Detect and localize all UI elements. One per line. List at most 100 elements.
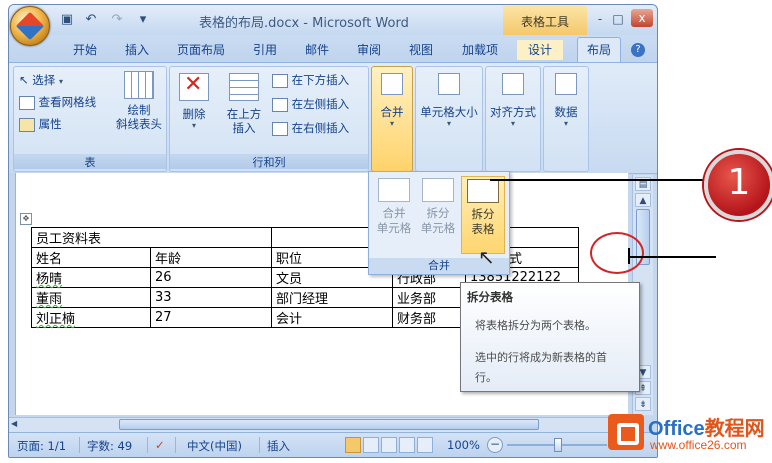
gridlines-icon xyxy=(19,95,35,110)
tab-layout[interactable]: 布局 xyxy=(577,37,621,63)
zoom-out-icon[interactable]: − xyxy=(487,437,503,453)
tab-home[interactable]: 开始 xyxy=(67,40,103,60)
split-table-label2: 表格 xyxy=(471,222,495,236)
group-table: ↖ 选择 ▾ 查看网格线 属性 绘制 斜线表头 表 xyxy=(13,66,167,172)
cell-size-button[interactable]: 单元格大小 ▾ xyxy=(415,66,483,172)
data-icon xyxy=(555,73,577,95)
watermark-url: www.office26.com xyxy=(650,438,747,452)
split-cells-label2: 单元格 xyxy=(420,221,456,235)
table-cell[interactable]: 董雨 xyxy=(31,287,151,308)
word-count[interactable]: 字数: 49 xyxy=(87,438,132,454)
tab-design[interactable]: 设计 xyxy=(517,40,563,60)
scroll-left-icon[interactable]: ◀ xyxy=(11,419,17,428)
table-cell[interactable]: 财务部 xyxy=(392,307,466,328)
delete-label: 删除 xyxy=(182,107,206,121)
tooltip-description: 将表格拆分为两个表格。 xyxy=(475,319,596,332)
split-table-icon xyxy=(467,179,499,203)
merge-button[interactable]: 合并 ▾ xyxy=(371,66,413,172)
table-header-cell[interactable]: 年龄 xyxy=(150,247,272,268)
tab-review[interactable]: 审阅 xyxy=(351,40,387,60)
properties-icon xyxy=(19,117,35,132)
table-header-cell[interactable]: 姓名 xyxy=(31,247,151,268)
split-cells-button[interactable]: 拆分 单元格 xyxy=(417,176,459,252)
title-bar: ▣ ↶ ↷ ▾ 表格的布局.docx - Microsoft Word 表格工具… xyxy=(9,5,657,35)
insert-above-icon xyxy=(229,73,259,101)
scroll-up-icon[interactable]: ▲ xyxy=(635,193,651,207)
page-count[interactable]: 页面: 1/1 xyxy=(17,438,66,454)
delete-table-icon: ✕ xyxy=(179,72,209,101)
undo-icon[interactable]: ↶ xyxy=(83,12,99,28)
select-button[interactable]: ↖ 选择 ▾ xyxy=(19,73,63,89)
properties-button[interactable]: 属性 xyxy=(19,117,62,132)
maximize-button[interactable]: □ xyxy=(609,11,627,27)
table-title-cell[interactable]: 员工资料表 xyxy=(31,227,272,248)
proofing-icon[interactable]: ✓ xyxy=(155,438,165,452)
divider xyxy=(147,437,148,453)
table-cell[interactable]: 33 xyxy=(150,287,272,308)
tab-add-ins[interactable]: 加载项 xyxy=(455,40,505,60)
cell-size-icon xyxy=(438,73,460,95)
alignment-icon xyxy=(502,73,524,95)
save-icon[interactable]: ▣ xyxy=(59,12,75,28)
table-move-handle-icon[interactable]: ✥ xyxy=(20,213,32,225)
help-icon[interactable]: ? xyxy=(631,43,645,57)
insert-left-icon xyxy=(272,97,288,112)
divider xyxy=(79,437,80,453)
watermark-brand: Office教程网 xyxy=(648,418,765,440)
draft-view-icon[interactable] xyxy=(417,437,433,453)
language-indicator[interactable]: 中文(中国) xyxy=(187,438,242,454)
split-cells-label1: 拆分 xyxy=(426,206,450,220)
cursor-icon: ↖ xyxy=(19,73,29,87)
web-layout-view-icon[interactable] xyxy=(381,437,397,453)
table-cell[interactable]: 27 xyxy=(150,307,272,328)
view-gridlines-button[interactable]: 查看网格线 xyxy=(19,95,96,110)
zoom-level[interactable]: 100% xyxy=(447,438,480,452)
table-cell[interactable]: 26 xyxy=(150,267,272,288)
zoom-slider-thumb[interactable] xyxy=(554,438,562,452)
insert-mode[interactable]: 插入 xyxy=(267,438,290,454)
draw-diagonal-button[interactable]: 绘制 斜线表头 xyxy=(114,71,164,131)
mouse-pointer-icon: ↖ xyxy=(478,245,495,269)
table-cell[interactable]: 会计 xyxy=(271,307,393,328)
office-button[interactable] xyxy=(10,6,50,46)
next-page-icon[interactable]: ⇟ xyxy=(635,397,651,411)
table-cell[interactable]: 业务部 xyxy=(392,287,466,308)
insert-right-icon xyxy=(272,121,288,136)
tab-mailings[interactable]: 邮件 xyxy=(299,40,335,60)
insert-below-button[interactable]: 在下方插入 xyxy=(272,73,349,88)
insert-above-label2: 插入 xyxy=(232,121,256,135)
tooltip-note-line1: 选中的行将成为新表格的首 xyxy=(475,351,607,364)
table-tools-context: 表格工具 xyxy=(503,5,587,35)
merge-cells-button[interactable]: 合并 单元格 xyxy=(373,176,415,252)
insert-left-button[interactable]: 在左侧插入 xyxy=(272,97,349,112)
customize-qat-icon[interactable]: ▾ xyxy=(135,12,151,28)
insert-above-button[interactable]: 在上方 插入 xyxy=(222,73,266,135)
draw-label: 绘制 xyxy=(127,103,151,117)
horizontal-scroll-thumb[interactable] xyxy=(119,419,539,430)
full-screen-view-icon[interactable] xyxy=(363,437,379,453)
alignment-button[interactable]: 对齐方式 ▾ xyxy=(485,66,541,172)
print-layout-view-icon[interactable] xyxy=(345,437,361,453)
close-button[interactable]: x xyxy=(631,9,653,27)
diagonal-header-label: 斜线表头 xyxy=(116,117,162,131)
callout-line xyxy=(490,179,706,181)
insert-right-button[interactable]: 在右侧插入 xyxy=(272,121,349,136)
merge-cells-label1: 合并 xyxy=(382,206,406,220)
tab-view[interactable]: 视图 xyxy=(403,40,439,60)
horizontal-scrollbar[interactable]: ◀ ▶ xyxy=(9,417,629,432)
outline-view-icon[interactable] xyxy=(399,437,415,453)
minimize-button[interactable]: - xyxy=(591,11,609,27)
tab-page-layout[interactable]: 页面布局 xyxy=(171,40,231,60)
redo-icon[interactable]: ↷ xyxy=(109,12,125,28)
data-button[interactable]: 数据 ▾ xyxy=(543,66,589,172)
table-tools-label: 表格工具 xyxy=(520,15,569,29)
tab-insert[interactable]: 插入 xyxy=(119,40,155,60)
merge-cells-icon xyxy=(378,178,410,202)
delete-button[interactable]: ✕ 删除 ▾ xyxy=(176,72,212,130)
highlight-ellipse xyxy=(590,232,644,274)
table-cell[interactable]: 部门经理 xyxy=(271,287,393,308)
table-cell[interactable]: 刘正楠 xyxy=(31,307,151,328)
split-table-button[interactable]: 拆分 表格 xyxy=(461,176,505,254)
tab-references[interactable]: 引用 xyxy=(247,40,283,60)
table-cell[interactable]: 杨晴 xyxy=(31,267,151,288)
